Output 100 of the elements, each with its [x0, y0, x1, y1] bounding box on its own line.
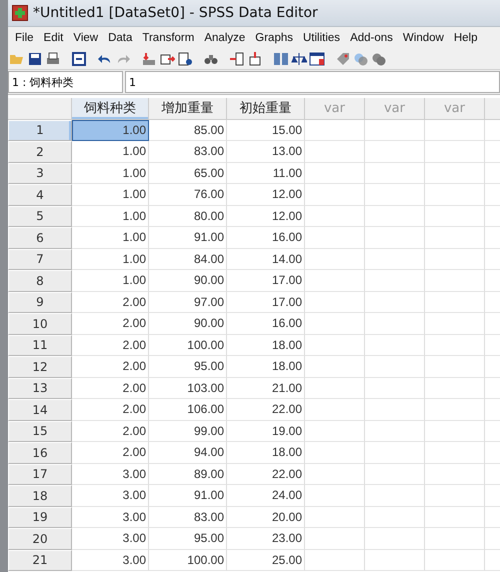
empty-cell: [365, 464, 425, 485]
table-cell: 3.00: [72, 528, 149, 550]
insert-case-icon[interactable]: [229, 51, 245, 67]
table-cell: 83.00: [149, 506, 227, 528]
select-cases-icon[interactable]: [309, 51, 325, 67]
row-header[interactable]: 12: [8, 356, 72, 378]
column-header[interactable]: 初始重量: [227, 98, 305, 120]
empty-cell: [425, 506, 485, 528]
row-header[interactable]: 13: [8, 378, 72, 399]
table-cell: 19.00: [227, 420, 305, 442]
menu-item[interactable]: File: [10, 32, 39, 44]
table-cell: 76.00: [149, 184, 227, 206]
empty-cell: [425, 485, 485, 506]
empty-cell: [365, 184, 425, 206]
menu-item[interactable]: Help: [448, 32, 482, 44]
table-cell: 17.00: [227, 292, 305, 313]
empty-cell: [425, 162, 485, 184]
menu-item[interactable]: View: [68, 32, 104, 44]
menu-item[interactable]: Add-ons: [345, 32, 398, 44]
table-cell: 85.00: [149, 120, 227, 141]
goto-case-icon[interactable]: [141, 51, 157, 67]
row-header[interactable]: 18: [8, 485, 72, 506]
row-header[interactable]: 21: [8, 550, 72, 571]
table-cell: 2.00: [72, 292, 149, 313]
table-cell: 1.00: [72, 270, 149, 292]
empty-cell: [425, 399, 485, 420]
row-header[interactable]: 4: [8, 184, 72, 206]
scale-icon[interactable]: [291, 51, 307, 67]
table-cell: 2.00: [72, 356, 149, 378]
row-header[interactable]: 14: [8, 399, 72, 420]
circles-icon[interactable]: [371, 51, 387, 67]
row-header[interactable]: 3: [8, 162, 72, 184]
insert-variable-icon[interactable]: [247, 51, 263, 67]
row-header[interactable]: 17: [8, 464, 72, 485]
table-cell: 94.00: [149, 442, 227, 464]
table-cell: 17.00: [227, 270, 305, 292]
cell-value-field[interactable]: 1: [125, 71, 500, 93]
empty-cell: [365, 399, 425, 420]
row-header[interactable]: 11: [8, 334, 72, 356]
menu-item[interactable]: Analyze: [199, 32, 250, 44]
row-header[interactable]: 10: [8, 313, 72, 334]
row-header[interactable]: 2: [8, 141, 72, 162]
empty-cell: [365, 420, 425, 442]
row-header[interactable]: 7: [8, 248, 72, 270]
menu-item[interactable]: Data: [103, 32, 138, 44]
empty-cell: [425, 120, 485, 141]
variables-icon[interactable]: [177, 51, 193, 67]
empty-cell: [365, 442, 425, 464]
row-header[interactable]: 15: [8, 420, 72, 442]
table-cell: 80.00: [149, 206, 227, 227]
empty-cell: [425, 528, 485, 550]
row-header[interactable]: 9: [8, 292, 72, 313]
table-cell: 2.00: [72, 313, 149, 334]
column-header[interactable]: 增加重量: [149, 98, 227, 120]
table-cell: 89.00: [149, 464, 227, 485]
empty-cell: [425, 550, 485, 571]
row-header[interactable]: 5: [8, 206, 72, 227]
table-cell: 106.00: [149, 399, 227, 420]
table-cell: 22.00: [227, 464, 305, 485]
empty-cell: [425, 206, 485, 227]
menu-item[interactable]: Window: [398, 32, 449, 44]
save-icon[interactable]: [27, 51, 43, 67]
menu-item[interactable]: Edit: [38, 32, 68, 44]
row-header[interactable]: 20: [8, 528, 72, 550]
split-file-icon[interactable]: [273, 51, 289, 67]
empty-cell: [425, 292, 485, 313]
print-icon[interactable]: [45, 51, 61, 67]
row-header[interactable]: 19: [8, 506, 72, 528]
empty-cell: [365, 485, 425, 506]
table-cell: 15.00: [227, 120, 305, 141]
circles-icon[interactable]: [353, 51, 369, 67]
menu-item[interactable]: Graphs: [250, 32, 298, 44]
row-header[interactable]: 8: [8, 270, 72, 292]
empty-cell: [425, 378, 485, 399]
menu-item[interactable]: Transform: [137, 32, 200, 44]
empty-cell: [365, 141, 425, 162]
corner-cell: [8, 98, 72, 120]
table-cell: 23.00: [227, 528, 305, 550]
table-cell: 14.00: [227, 248, 305, 270]
row-header[interactable]: 6: [8, 227, 72, 248]
table-cell: 65.00: [149, 162, 227, 184]
row-header[interactable]: 16: [8, 442, 72, 464]
empty-cell: [365, 206, 425, 227]
table-cell: 2.00: [72, 399, 149, 420]
menu-item[interactable]: Utilities: [298, 32, 346, 44]
table-cell: 16.00: [227, 227, 305, 248]
dialog-icon[interactable]: [71, 51, 87, 67]
empty-cell: [365, 378, 425, 399]
table-cell: 13.00: [227, 141, 305, 162]
empty-cell: [425, 442, 485, 464]
row-header[interactable]: 1: [8, 120, 72, 141]
table-cell: 1.00: [72, 206, 149, 227]
table-cell: 3.00: [72, 464, 149, 485]
column-header[interactable]: 饲料种类: [72, 98, 149, 120]
table-cell: 1.00: [72, 227, 149, 248]
empty-cell: [365, 506, 425, 528]
tag-icon[interactable]: [335, 51, 351, 67]
table-cell: 12.00: [227, 184, 305, 206]
table-cell: 103.00: [149, 378, 227, 399]
table-cell: 1.00: [72, 141, 149, 162]
